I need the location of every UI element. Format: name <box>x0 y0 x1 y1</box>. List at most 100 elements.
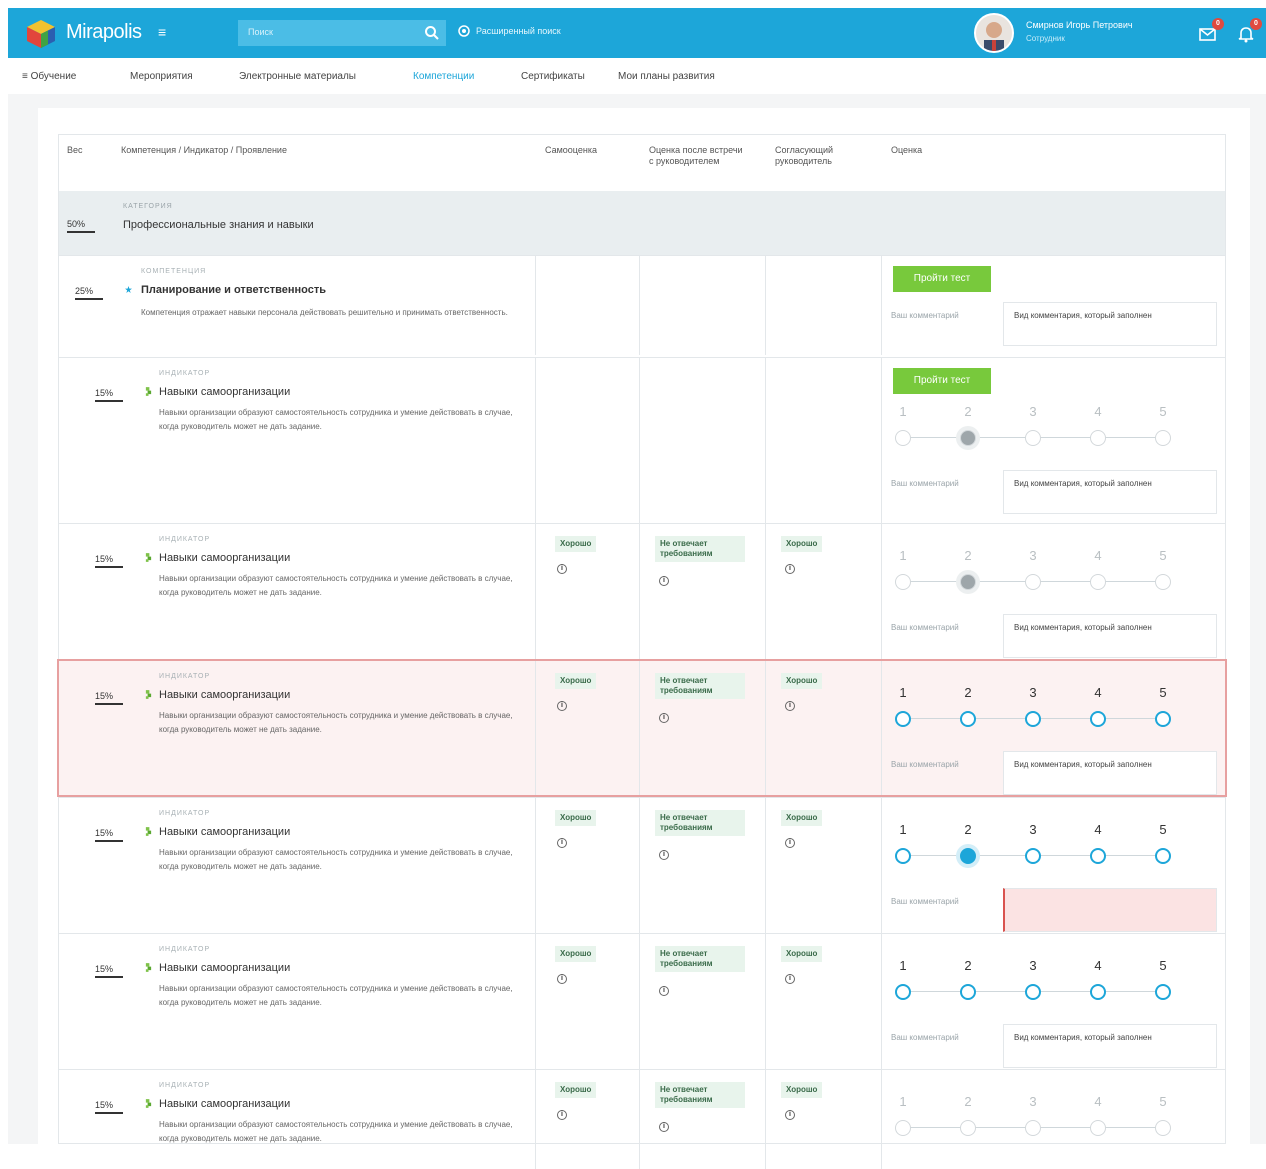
advanced-search-link[interactable]: Расширенный поиск <box>458 25 561 37</box>
nav-item-certificates[interactable]: Сертификаты <box>521 71 585 82</box>
rating-radio-2[interactable] <box>960 711 976 727</box>
column-divider <box>639 661 640 795</box>
rating-radio-1[interactable] <box>895 711 911 727</box>
comment-field[interactable]: Вид комментария, который заполнен <box>1003 302 1217 346</box>
header-competency[interactable]: Компетенция / Индикатор / Проявление <box>121 145 287 156</box>
indicator-row[interactable]: ИНДИКАТОР 15% Навыки самоорганизации Навыки… <box>59 523 1225 659</box>
rating-radio-2[interactable] <box>960 984 976 1000</box>
indicator-row[interactable]: ИНДИКАТОР 15% Навыки самоорганизации Навыки… <box>59 933 1225 1069</box>
info-icon[interactable]: i <box>659 576 669 586</box>
rating-radio-3[interactable] <box>1025 574 1041 590</box>
info-icon[interactable]: i <box>557 701 567 711</box>
comment-field[interactable]: Вид комментария, который заполнен <box>1003 751 1217 795</box>
column-divider <box>639 798 640 933</box>
info-icon[interactable]: i <box>785 974 795 984</box>
nav-item-competencies[interactable]: Компетенции <box>413 71 474 82</box>
rating-radio-2[interactable] <box>960 1120 976 1136</box>
competency-table: Вес Компетенция / Индикатор / Проявление… <box>57 134 1227 1169</box>
bell-badge: 0 <box>1250 18 1262 30</box>
info-icon[interactable]: i <box>785 564 795 574</box>
category-row[interactable]: КАТЕГОРИЯ 50% Профессиональные знания и … <box>59 191 1225 255</box>
rating-number: 5 <box>1159 548 1167 563</box>
rating-radio-5[interactable] <box>1155 711 1171 727</box>
rating-radio-5[interactable] <box>1155 848 1171 864</box>
info-icon[interactable]: i <box>659 1122 669 1132</box>
mail-badge: 0 <box>1212 18 1224 30</box>
rating-radio-4[interactable] <box>1090 1120 1106 1136</box>
app-name[interactable]: Mirapolis <box>66 21 142 44</box>
rating-radio-5[interactable] <box>1155 574 1171 590</box>
indicator-row[interactable]: ИНДИКАТОР 15% Навыки самоорганизации Навыки… <box>59 357 1225 523</box>
rating-radio-1[interactable] <box>895 984 911 1000</box>
rating-radio-4[interactable] <box>1090 430 1106 446</box>
info-icon[interactable]: i <box>659 986 669 996</box>
nav-item-events[interactable]: Мероприятия <box>130 71 193 82</box>
info-icon[interactable]: i <box>659 713 669 723</box>
take-test-button[interactable]: Пройти тест <box>893 266 991 292</box>
rating-number: 4 <box>1094 548 1102 563</box>
rating-radio-1[interactable] <box>895 1120 911 1136</box>
rating-radio-3[interactable] <box>1025 984 1041 1000</box>
info-icon[interactable]: i <box>659 850 669 860</box>
info-icon[interactable]: i <box>785 838 795 848</box>
info-icon[interactable]: i <box>557 1110 567 1120</box>
avatar[interactable] <box>974 13 1014 53</box>
rating-radio-2[interactable] <box>960 574 976 590</box>
rating-number: 3 <box>1029 685 1037 700</box>
indicator-row[interactable]: ИНДИКАТОР 15% Навыки самоорганизации Навыки… <box>57 659 1227 797</box>
rating-number: 2 <box>964 404 972 419</box>
rating-radio-3[interactable] <box>1025 848 1041 864</box>
mirapolis-logo-icon[interactable] <box>24 18 58 50</box>
rating-radio-1[interactable] <box>895 430 911 446</box>
rating-radio-4[interactable] <box>1090 848 1106 864</box>
info-icon[interactable]: i <box>557 838 567 848</box>
info-icon[interactable]: i <box>785 1110 795 1120</box>
rating-radio-5[interactable] <box>1155 1120 1171 1136</box>
info-icon[interactable]: i <box>557 564 567 574</box>
approver-chip: Хорошо <box>781 810 823 826</box>
notifications-button[interactable]: 0 <box>1236 18 1262 44</box>
rating-radio-1[interactable] <box>895 848 911 864</box>
rating-radio-3[interactable] <box>1025 430 1041 446</box>
rating-radio-5[interactable] <box>1155 984 1171 1000</box>
leaf-bullet-icon <box>145 827 152 836</box>
user-name[interactable]: Смирнов Игорь Петрович <box>1026 20 1133 30</box>
header-self-assessment[interactable]: Самооценка <box>545 145 597 156</box>
header-after-meeting[interactable]: Оценка после встречи с руководителем <box>649 145 749 167</box>
info-icon[interactable]: i <box>785 701 795 711</box>
rating-radio-5[interactable] <box>1155 430 1171 446</box>
rating-radio-2[interactable] <box>960 430 976 446</box>
rating-radio-4[interactable] <box>1090 574 1106 590</box>
rating-radio-1[interactable] <box>895 574 911 590</box>
column-divider <box>881 661 882 795</box>
nav-menu-training[interactable]: ≡ Обучение <box>22 71 76 82</box>
rating-number: 1 <box>899 404 907 419</box>
rating-radio-2[interactable] <box>960 848 976 864</box>
info-icon[interactable]: i <box>557 974 567 984</box>
rating-radio-3[interactable] <box>1025 711 1041 727</box>
header-weight[interactable]: Вес <box>67 145 83 156</box>
indicator-row[interactable]: ИНДИКАТОР 15% Навыки самоорганизации Навыки… <box>59 797 1225 933</box>
search-input[interactable]: Поиск <box>238 20 446 46</box>
competency-row[interactable]: КОМПЕТЕНЦИЯ 25% Планирование и ответстве… <box>59 255 1225 355</box>
nav-item-development-plans[interactable]: Мои планы развития <box>618 71 715 82</box>
comment-field[interactable] <box>1003 888 1217 932</box>
rating-radio-4[interactable] <box>1090 711 1106 727</box>
indicator-weight: 15% <box>95 554 123 568</box>
menu-icon[interactable]: ≡ <box>158 25 172 39</box>
rating-number: 4 <box>1094 822 1102 837</box>
comment-field[interactable]: Вид комментария, который заполнен <box>1003 614 1217 658</box>
mail-button[interactable]: 0 <box>1198 18 1224 44</box>
indicator-row[interactable]: ИНДИКАТОР 15% Навыки самоорганизации Навыки… <box>59 1069 1225 1169</box>
indicator-weight: 15% <box>95 1100 123 1114</box>
header-approver[interactable]: Согласующий руководитель <box>775 145 855 167</box>
take-test-button[interactable]: Пройти тест <box>893 368 991 394</box>
header-rating[interactable]: Оценка <box>891 145 922 156</box>
comment-field[interactable]: Вид комментария, который заполнен <box>1003 1024 1217 1068</box>
rating-radio-3[interactable] <box>1025 1120 1041 1136</box>
rating-radio-4[interactable] <box>1090 984 1106 1000</box>
nav-item-e-materials[interactable]: Электронные материалы <box>239 71 356 82</box>
search-icon[interactable] <box>424 25 440 41</box>
indicator-weight: 15% <box>95 828 123 842</box>
comment-field[interactable]: Вид комментария, который заполнен <box>1003 470 1217 514</box>
